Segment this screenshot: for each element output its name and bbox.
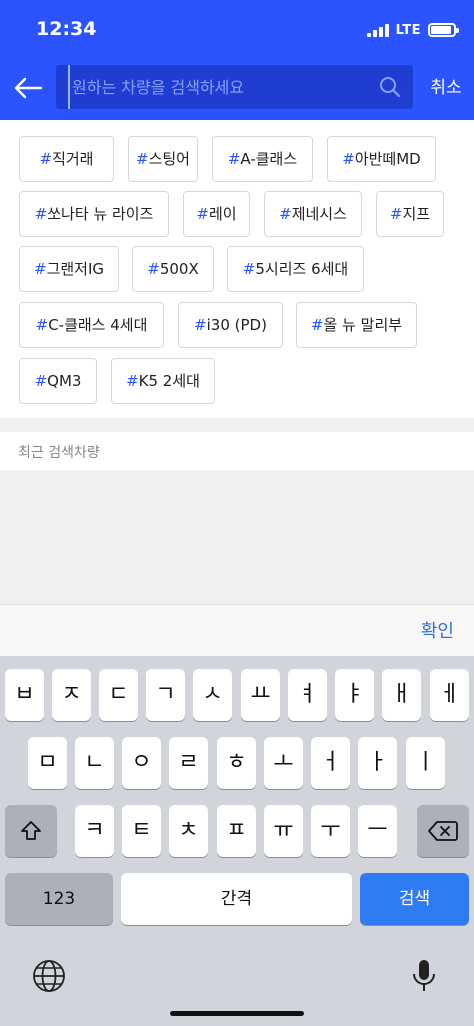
- app-header: 12:34 LTE 취소: [0, 0, 474, 120]
- tag-chip[interactable]: #그랜저IG: [19, 246, 119, 292]
- key[interactable]: ㅑ: [335, 669, 374, 721]
- space-key[interactable]: 간격: [121, 873, 352, 925]
- globe-button[interactable]: [27, 954, 71, 998]
- key[interactable]: ㄱ: [146, 669, 185, 721]
- tag-chip[interactable]: #올 뉴 말리부: [296, 302, 417, 348]
- network-label: LTE: [395, 22, 421, 38]
- key[interactable]: ㅓ: [311, 737, 350, 789]
- cancel-button[interactable]: 취소: [420, 74, 472, 102]
- shift-icon: [21, 821, 41, 840]
- globe-icon: [33, 960, 65, 992]
- tag-chip[interactable]: #i30 (PD): [178, 302, 283, 348]
- tag-chip[interactable]: #제네시스: [264, 191, 362, 237]
- key[interactable]: ㅌ: [122, 805, 161, 857]
- back-button[interactable]: [8, 68, 48, 108]
- tag-chip[interactable]: #C-클래스 4세대: [19, 302, 164, 348]
- keyboard-accessory-bar: 확인: [0, 604, 474, 656]
- key[interactable]: ㅁ: [28, 737, 67, 789]
- shift-key[interactable]: [5, 805, 57, 857]
- search-icon[interactable]: [379, 76, 401, 98]
- key[interactable]: ㅜ: [311, 805, 350, 857]
- key[interactable]: ㄴ: [75, 737, 114, 789]
- key[interactable]: ㅔ: [430, 669, 469, 721]
- key[interactable]: ㅠ: [264, 805, 303, 857]
- key[interactable]: ㅗ: [264, 737, 303, 789]
- status-indicators: LTE: [366, 20, 459, 40]
- status-bar: 12:34 LTE: [0, 0, 474, 58]
- recent-searches-list: [0, 470, 474, 604]
- key[interactable]: ㅈ: [52, 669, 91, 721]
- section-divider: [0, 418, 474, 432]
- tag-chip[interactable]: #쏘나타 뉴 라이즈: [19, 191, 169, 237]
- arrow-left-icon: [14, 77, 43, 99]
- key[interactable]: ㅡ: [358, 805, 397, 857]
- battery-icon: [428, 23, 459, 37]
- key[interactable]: ㅎ: [217, 737, 256, 789]
- signal-icon: [366, 23, 391, 37]
- key[interactable]: ㅏ: [358, 737, 397, 789]
- keyboard: ㅂ ㅈ ㄷ ㄱ ㅅ ㅛ ㅕ ㅑ ㅐ ㅔ ㅁ ㄴ ㅇ ㄹ ㅎ ㅗ ㅓ ㅏ ㅣ ㅋ …: [0, 656, 474, 1026]
- tag-chip[interactable]: #스팅어: [128, 136, 198, 182]
- tag-chip[interactable]: #지프: [376, 191, 444, 237]
- key[interactable]: ㅂ: [5, 669, 44, 721]
- search-input[interactable]: [68, 65, 368, 109]
- tag-chip[interactable]: #QM3: [19, 358, 97, 404]
- home-indicator: [170, 1011, 304, 1016]
- key[interactable]: ㅅ: [193, 669, 232, 721]
- search-box: [56, 65, 413, 109]
- delete-key[interactable]: [417, 805, 469, 857]
- tag-chip[interactable]: #직거래: [19, 136, 114, 182]
- tag-chip[interactable]: #5시리즈 6세대: [227, 246, 364, 292]
- key[interactable]: ㅍ: [217, 805, 256, 857]
- key[interactable]: ㄹ: [169, 737, 208, 789]
- key[interactable]: ㅇ: [122, 737, 161, 789]
- backspace-icon: [428, 821, 458, 841]
- key[interactable]: ㅐ: [382, 669, 421, 721]
- tag-chip[interactable]: #500X: [132, 246, 214, 292]
- key[interactable]: ㅣ: [406, 737, 445, 789]
- status-time: 12:34: [36, 18, 97, 40]
- key[interactable]: ㅛ: [241, 669, 280, 721]
- confirm-button[interactable]: 확인: [421, 617, 454, 643]
- key[interactable]: ㅋ: [75, 805, 114, 857]
- tag-chip[interactable]: #아반떼MD: [327, 136, 436, 182]
- popular-tags: #직거래 #스팅어 #A-클래스 #아반떼MD #쏘나타 뉴 라이즈 #레이 #…: [0, 120, 474, 418]
- dictation-button[interactable]: [402, 954, 446, 998]
- tag-chip[interactable]: #레이: [183, 191, 250, 237]
- recent-searches-title: 최근 검색차량: [18, 445, 100, 461]
- microphone-icon: [413, 960, 435, 991]
- key[interactable]: ㅊ: [169, 805, 208, 857]
- numbers-key[interactable]: 123: [5, 873, 113, 925]
- key[interactable]: ㄷ: [99, 669, 138, 721]
- tag-chip[interactable]: #A-클래스: [212, 136, 313, 182]
- key[interactable]: ㅕ: [288, 669, 327, 721]
- tag-chip[interactable]: #K5 2세대: [111, 358, 215, 404]
- search-key[interactable]: 검색: [360, 873, 469, 925]
